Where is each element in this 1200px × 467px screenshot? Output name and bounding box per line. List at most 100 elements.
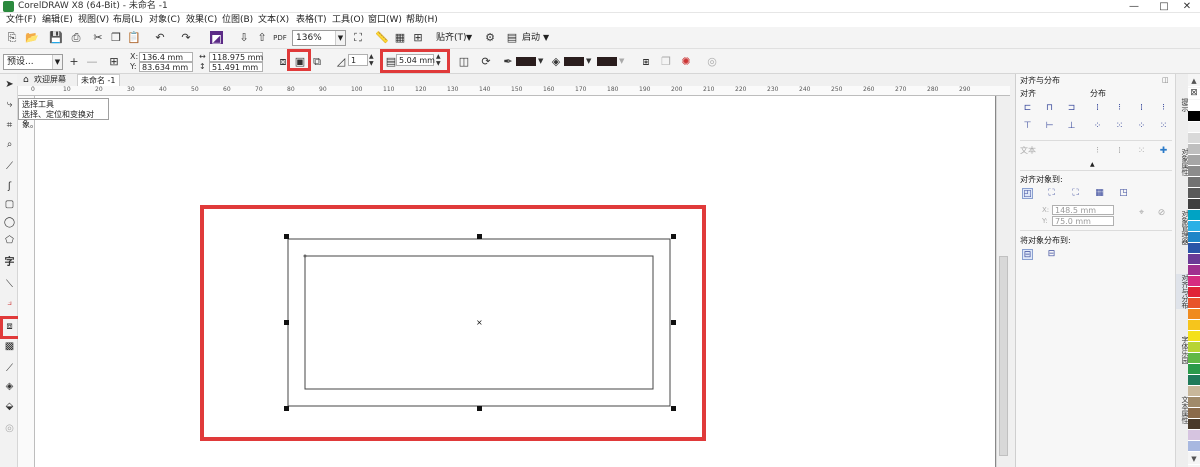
x-position-field[interactable]: 136.4 mm xyxy=(139,52,193,62)
palette-swatch[interactable] xyxy=(1188,177,1200,188)
palette-swatch[interactable] xyxy=(1188,287,1200,298)
menu-object[interactable]: 对象(C) xyxy=(149,13,180,27)
copy-icon[interactable]: ❐ xyxy=(108,30,124,46)
distribute-top-icon[interactable]: ⁘ xyxy=(1092,121,1103,132)
lock-toolbar-icon[interactable]: ◎ xyxy=(3,422,16,435)
search-content-icon[interactable]: ◩ xyxy=(210,31,223,45)
palette-swatch[interactable] xyxy=(1188,111,1200,122)
palette-swatch[interactable] xyxy=(1188,397,1200,408)
menu-effects[interactable]: 效果(C) xyxy=(186,13,217,27)
fill-end-chevron-icon[interactable]: ▼ xyxy=(619,56,624,66)
scrollbar-thumb[interactable] xyxy=(999,256,1008,456)
align-top-icon[interactable]: ⊤ xyxy=(1022,121,1033,132)
artistic-media-tool-icon[interactable]: ʃ xyxy=(3,180,16,193)
add-guide-icon[interactable]: ✚ xyxy=(1158,146,1169,157)
polygon-tool-icon[interactable]: ⬠ xyxy=(3,234,16,247)
remove-preset-icon[interactable]: — xyxy=(84,54,100,70)
palette-swatch[interactable] xyxy=(1188,232,1200,243)
rectangle-tool-icon[interactable]: ▢ xyxy=(3,198,16,211)
palette-swatch[interactable] xyxy=(1188,276,1200,287)
clear-contour-icon[interactable]: ✺ xyxy=(678,54,694,70)
menu-table[interactable]: 表格(T) xyxy=(296,13,327,27)
palette-scroll-down-icon[interactable]: ▼ xyxy=(1188,454,1200,465)
palette-swatch[interactable] xyxy=(1188,199,1200,210)
contour-steps-field[interactable]: 1 xyxy=(348,54,368,66)
fill-end-color-swatch[interactable] xyxy=(597,57,617,66)
palette-swatch[interactable] xyxy=(1188,419,1200,430)
show-grid-icon[interactable]: ▦ xyxy=(392,30,408,46)
preset-combo[interactable]: 预设... ▼ xyxy=(3,54,63,70)
palette-swatch[interactable] xyxy=(1188,364,1200,375)
menu-layout[interactable]: 布局(L) xyxy=(113,13,143,27)
palette-swatch[interactable] xyxy=(1188,166,1200,177)
align-center-horizontal-icon[interactable]: ⊓ xyxy=(1044,103,1055,114)
freehand-tool-icon[interactable]: ⟋ xyxy=(3,160,16,173)
connector-tool-icon[interactable]: ⟓ xyxy=(3,296,16,309)
cut-icon[interactable]: ✂ xyxy=(90,30,106,46)
palette-swatch[interactable] xyxy=(1188,342,1200,353)
palette-swatch[interactable] xyxy=(1188,375,1200,386)
tab-untitled-document[interactable]: 未命名 -1 xyxy=(77,74,120,86)
text-bbox-icon[interactable]: ⁙ xyxy=(1136,146,1147,157)
options-gear-icon[interactable]: ⚙ xyxy=(482,30,498,46)
distribute-to-selection-icon[interactable]: ⊟ xyxy=(1022,249,1033,260)
launch-chevron-icon[interactable]: ▼ xyxy=(543,30,549,46)
outline-color-chevron-icon[interactable]: ▼ xyxy=(538,56,543,66)
minimize-button[interactable]: — xyxy=(1119,0,1149,13)
collapse-arrow-icon[interactable]: ▲ xyxy=(1090,160,1095,170)
pick-tool-icon[interactable]: ➤ xyxy=(3,78,16,91)
publish-pdf-icon[interactable]: PDF xyxy=(272,30,288,46)
add-preset-icon[interactable]: + xyxy=(66,54,82,70)
interactive-fill-tool-icon[interactable]: ◈ xyxy=(3,380,16,393)
palette-swatch[interactable] xyxy=(1188,155,1200,166)
align-to-active-objects-icon[interactable]: ◰ xyxy=(1022,188,1033,199)
tab-welcome-screen[interactable]: 欢迎屏幕 xyxy=(31,74,69,86)
fill-color-chevron-icon[interactable]: ▼ xyxy=(586,56,591,66)
print-icon[interactable]: ⎙ xyxy=(68,30,84,46)
contour-anchor-node[interactable] xyxy=(303,254,307,258)
align-right-icon[interactable]: ⊐ xyxy=(1066,103,1077,114)
menu-bitmaps[interactable]: 位图(B) xyxy=(222,13,253,27)
link-icon[interactable]: ⊘ xyxy=(1156,208,1167,219)
distribute-center-v-icon[interactable]: ⁙ xyxy=(1114,121,1125,132)
palette-swatch[interactable] xyxy=(1188,254,1200,265)
copy-contour-icon[interactable]: ❐ xyxy=(658,54,674,70)
align-to-point-icon[interactable]: ◳ xyxy=(1118,188,1129,199)
contour-corners-icon[interactable]: ◫ xyxy=(456,54,472,70)
text-baseline-icon[interactable]: ⁝ xyxy=(1092,146,1103,157)
text-tool-icon[interactable]: 字 xyxy=(3,256,16,269)
palette-swatch[interactable] xyxy=(1188,210,1200,221)
open-icon[interactable]: 📂 xyxy=(24,30,40,46)
home-icon[interactable]: ⌂ xyxy=(20,74,32,86)
close-button[interactable]: ✕ xyxy=(1172,0,1200,13)
vertical-ruler[interactable] xyxy=(18,96,35,467)
origin-grid-icon[interactable]: ⊞ xyxy=(106,54,122,70)
y-position-field[interactable]: 83.634 mm xyxy=(139,62,193,72)
fill-bucket-icon[interactable]: ◈ xyxy=(548,54,564,70)
ellipse-tool-icon[interactable]: ◯ xyxy=(3,216,16,229)
export-icon[interactable]: ⇧ xyxy=(254,30,270,46)
distribute-left-icon[interactable]: ⁞ xyxy=(1092,103,1103,114)
drawing-canvas[interactable]: × xyxy=(35,96,1010,467)
palette-swatch[interactable] xyxy=(1188,331,1200,342)
docker-pin-icon[interactable]: ◫ xyxy=(1162,75,1169,85)
save-icon[interactable]: 💾 xyxy=(48,30,64,46)
distribute-spacing-h-icon[interactable]: ⁞ xyxy=(1136,103,1147,114)
point-picker-icon[interactable]: ⌖ xyxy=(1136,208,1147,219)
outside-contour-icon[interactable]: ⧉ xyxy=(309,54,325,70)
palette-swatch[interactable] xyxy=(1188,408,1200,419)
transparency-tool-icon[interactable]: ▩ xyxy=(3,340,16,353)
palette-swatch[interactable] xyxy=(1188,100,1200,111)
text-line-icon[interactable]: ⁞ xyxy=(1114,146,1125,157)
menu-tools[interactable]: 工具(O) xyxy=(332,13,364,27)
palette-swatch[interactable] xyxy=(1188,243,1200,254)
undo-icon[interactable]: ↶ xyxy=(152,30,168,46)
distribute-spacing-v-icon[interactable]: ⁘ xyxy=(1136,121,1147,132)
contour-color-direction-icon[interactable]: ⟳ xyxy=(478,54,494,70)
palette-scroll-up-icon[interactable]: ▲ xyxy=(1188,76,1200,87)
outline-color-swatch[interactable] xyxy=(516,57,536,66)
parallel-dimension-tool-icon[interactable]: ⟍ xyxy=(3,278,16,291)
palette-swatch[interactable] xyxy=(1188,441,1200,452)
smart-fill-tool-icon[interactable]: ⬙ xyxy=(3,400,16,413)
redo-icon[interactable]: ↷ xyxy=(178,30,194,46)
